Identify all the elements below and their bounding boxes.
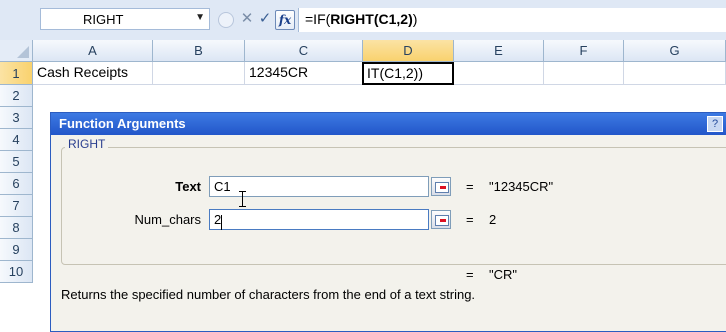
cell-b1[interactable] bbox=[153, 62, 245, 85]
num-chars-arg-equals: = bbox=[466, 212, 474, 227]
dialog-title: Function Arguments bbox=[51, 113, 726, 135]
row-header-1[interactable]: 1 bbox=[0, 62, 33, 85]
row-header-4[interactable]: 4 bbox=[0, 129, 33, 151]
num-chars-arg-label: Num_chars bbox=[134, 212, 201, 227]
row-header-8[interactable]: 8 bbox=[0, 217, 33, 239]
column-header-b[interactable]: B bbox=[153, 40, 245, 62]
row-header-5[interactable]: 5 bbox=[0, 151, 33, 173]
formula-prefix: =IF( bbox=[305, 11, 331, 27]
formula-result-equals: = bbox=[466, 267, 474, 282]
row-header-2[interactable]: 2 bbox=[0, 85, 33, 107]
text-arg-result: "12345CR" bbox=[489, 179, 554, 194]
column-header-d[interactable]: D bbox=[363, 40, 454, 62]
num-chars-arg-result: 2 bbox=[489, 212, 497, 227]
row-header-9[interactable]: 9 bbox=[0, 239, 33, 261]
cell-e1[interactable] bbox=[454, 62, 544, 85]
select-all-button[interactable] bbox=[0, 40, 33, 62]
formula-input[interactable]: =IF(RIGHT(C1,2)) bbox=[298, 8, 726, 32]
help-icon[interactable]: ? bbox=[707, 116, 723, 132]
insert-function-button[interactable]: fx bbox=[275, 10, 295, 30]
num-chars-arg-input[interactable]: 2 bbox=[209, 209, 429, 230]
cell-g1[interactable] bbox=[624, 62, 726, 85]
column-header-e[interactable]: E bbox=[454, 40, 544, 62]
text-arg-equals: = bbox=[466, 179, 474, 194]
cell-c1[interactable]: 12345CR bbox=[245, 62, 363, 85]
formula-bar: RIGHT ▼ ✕ ✓ fx =IF(RIGHT(C1,2)) bbox=[0, 0, 726, 41]
row-header-7[interactable]: 7 bbox=[0, 195, 33, 217]
formula-bar-separator-icon bbox=[218, 12, 234, 28]
row-header-6[interactable]: 6 bbox=[0, 173, 33, 195]
name-box[interactable]: RIGHT ▼ bbox=[40, 8, 210, 30]
function-arguments-dialog: Function Arguments ? RIGHT Text C1 = "12… bbox=[50, 112, 726, 332]
column-header-a[interactable]: A bbox=[33, 40, 153, 62]
cell-d1[interactable]: IT(C1,2)) bbox=[362, 62, 454, 85]
arguments-group bbox=[61, 147, 726, 265]
row-header-10[interactable]: 10 bbox=[0, 261, 33, 283]
cell-a1[interactable]: Cash Receipts bbox=[33, 62, 153, 85]
check-icon[interactable]: ✓ bbox=[256, 10, 274, 28]
chevron-down-icon[interactable]: ▼ bbox=[195, 12, 205, 23]
ibeam-cursor-icon bbox=[239, 191, 246, 207]
column-header-c[interactable]: C bbox=[245, 40, 363, 62]
function-name-label: RIGHT bbox=[65, 137, 109, 151]
text-caret bbox=[221, 215, 222, 230]
collapse-dialog-icon[interactable] bbox=[431, 177, 451, 196]
formula-result: "CR" bbox=[489, 267, 518, 282]
formula-highlight: RIGHT(C1,2) bbox=[330, 11, 413, 27]
column-header-g[interactable]: G bbox=[624, 40, 726, 62]
column-header-f[interactable]: F bbox=[544, 40, 624, 62]
formula-suffix: ) bbox=[412, 11, 418, 27]
name-box-value: RIGHT bbox=[83, 12, 124, 27]
cancel-icon[interactable]: ✕ bbox=[238, 10, 256, 28]
collapse-dialog-icon[interactable] bbox=[431, 210, 451, 229]
cell-f1[interactable] bbox=[544, 62, 624, 85]
text-arg-label: Text bbox=[175, 179, 201, 194]
function-description: Returns the specified number of characte… bbox=[61, 287, 476, 302]
row-header-3[interactable]: 3 bbox=[0, 107, 33, 129]
